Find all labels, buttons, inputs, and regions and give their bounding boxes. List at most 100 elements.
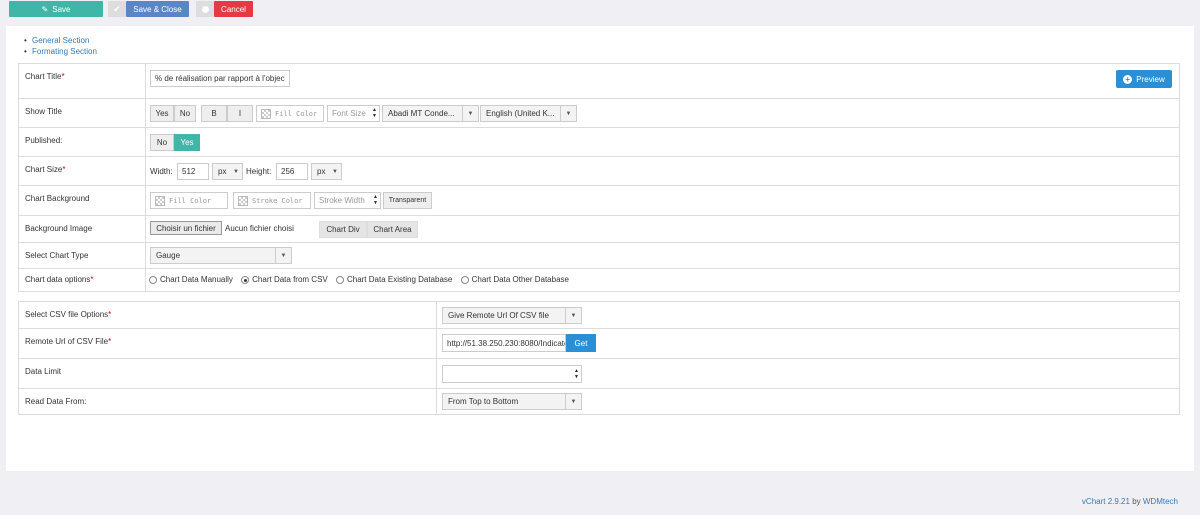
chevron-down-icon: ▼ <box>462 106 478 121</box>
csv-options-value: Give Remote Url Of CSV file <box>448 311 549 320</box>
data-option-manual[interactable]: Chart Data Manually <box>149 275 233 284</box>
height-unit-value: px <box>317 167 326 176</box>
data-option-label: Chart Data from CSV <box>252 275 328 284</box>
author-link[interactable]: WDMtech <box>1143 497 1178 506</box>
spinner-icon: ▲ ▼ <box>372 107 377 119</box>
font-family-value: Abadi MT Conde... <box>388 109 455 118</box>
height-unit-select[interactable]: px ▼ <box>311 163 342 180</box>
cancel-icon-box[interactable] <box>196 1 214 17</box>
language-value: English (United K... <box>486 109 555 118</box>
chart-area-button[interactable]: Chart Area <box>367 221 418 238</box>
chart-type-select[interactable]: Gauge ▼ <box>150 247 292 264</box>
chart-title-value: % de réalisation par rapport à l'objec <box>155 74 285 83</box>
width-value: 512 <box>182 167 196 176</box>
data-option-csv[interactable]: Chart Data from CSV <box>241 275 328 284</box>
show-title-field-cell: Yes No B I Fill Color Font Size ▲ ▼ Abadi … <box>145 98 1180 128</box>
width-unit-select[interactable]: px ▼ <box>212 163 243 180</box>
data-options-field-cell: Chart Data Manually Chart Data from CSV … <box>145 268 1180 292</box>
chart-div-button[interactable]: Chart Div <box>319 221 367 238</box>
preview-button[interactable]: + Preview <box>1116 70 1172 88</box>
published-row: Published: No Yes <box>18 127 1180 157</box>
published-yes-button[interactable]: Yes <box>174 134 200 151</box>
read-data-select[interactable]: From Top to Bottom ▼ <box>442 393 582 410</box>
chart-title-row: Chart Title* % de réalisation par rappor… <box>18 63 1180 99</box>
show-title-yes-button[interactable]: Yes <box>150 105 174 122</box>
chart-size-row: Chart Size* Width: 512 px ▼ Height: 256 p… <box>18 156 1180 186</box>
width-input[interactable]: 512 <box>177 163 209 180</box>
chart-type-row: Select Chart Type Gauge ▼ <box>18 242 1180 269</box>
chart-title-label-cell: Chart Title* <box>18 63 146 99</box>
csv-url-row: Remote Url of CSV File* http://51.38.250… <box>18 328 1180 359</box>
choose-file-button[interactable]: Choisir un fichier <box>150 221 222 235</box>
preview-label: Preview <box>1136 74 1165 84</box>
height-input[interactable]: 256 <box>276 163 308 180</box>
csv-url-label-cell: Remote Url of CSV File* <box>18 328 437 359</box>
check-icon: ✔ <box>113 3 121 14</box>
save-close-check-box[interactable]: ✔ <box>108 1 126 17</box>
version-label: vChart 2.9.21 <box>1081 497 1130 506</box>
show-title-label-cell: Show Title <box>18 98 146 128</box>
save-button[interactable]: ✎ Save <box>9 1 103 17</box>
required-marker: * <box>90 275 94 284</box>
bold-button[interactable]: B <box>201 105 227 122</box>
radio-icon <box>460 275 469 284</box>
save-close-button[interactable]: Save & Close <box>126 1 189 17</box>
data-option-label: Chart Data Other Database <box>471 275 569 284</box>
chart-title-input[interactable]: % de réalisation par rapport à l'objec <box>150 70 290 87</box>
required-marker: * <box>61 72 65 81</box>
show-title-no-button[interactable]: No <box>174 105 196 122</box>
width-unit-value: px <box>218 167 227 176</box>
data-option-label: Chart Data Existing Database <box>346 275 453 284</box>
font-size-input[interactable]: Font Size ▲ ▼ <box>327 105 380 122</box>
background-image-label-cell: Background Image <box>18 215 146 243</box>
formating-section-link[interactable]: Formating Section <box>32 47 97 56</box>
italic-button[interactable]: I <box>227 105 253 122</box>
background-fill-color-input[interactable]: Fill Color <box>150 192 228 209</box>
show-title-row: Show Title Yes No B I Fill Color Font Si… <box>18 98 1180 128</box>
csv-url-field-cell: http://51.38.250.230:8080/Indicateur Get <box>436 328 1180 359</box>
data-limit-input[interactable]: ▲ ▼ <box>442 365 582 383</box>
data-limit-field-cell: ▲ ▼ <box>436 358 1180 389</box>
language-select[interactable]: English (United K... ▼ <box>480 105 577 122</box>
edit-icon: ✎ <box>41 4 49 14</box>
data-option-existing-db[interactable]: Chart Data Existing Database <box>335 275 453 284</box>
data-options-group: Chart Data Manually Chart Data from CSV … <box>149 275 569 284</box>
transparent-button[interactable]: Transparent <box>383 192 432 209</box>
plus-circle-icon: + <box>1123 74 1133 84</box>
chevron-down-icon: ▼ <box>332 168 338 175</box>
published-no-button[interactable]: No <box>150 134 174 151</box>
stroke-color-input[interactable]: Stroke Color <box>233 192 311 209</box>
chart-size-label: Chart Size <box>25 165 63 174</box>
read-data-label: Read Data From: <box>25 397 87 406</box>
background-image-label: Background Image <box>25 224 93 233</box>
required-marker: * <box>62 165 66 174</box>
font-family-select[interactable]: Abadi MT Conde... ▼ <box>382 105 479 122</box>
data-option-label: Chart Data Manually <box>160 275 233 284</box>
required-marker: * <box>108 310 112 319</box>
data-option-other-db[interactable]: Chart Data Other Database <box>460 275 569 284</box>
chevron-down-icon: ▼ <box>565 308 581 323</box>
csv-options-select[interactable]: Give Remote Url Of CSV file ▼ <box>442 307 582 324</box>
cancel-button[interactable]: Cancel <box>214 1 253 17</box>
data-limit-label: Data Limit <box>25 367 62 376</box>
height-value: 256 <box>281 167 295 176</box>
background-image-field-cell: Choisir un fichier Aucun fichier choisi … <box>145 215 1180 243</box>
transparent-swatch-icon <box>155 195 165 206</box>
radio-checked-icon <box>241 275 250 284</box>
general-section-link[interactable]: General Section <box>32 36 89 45</box>
transparent-swatch-icon <box>261 108 271 119</box>
get-button[interactable]: Get <box>566 334 596 352</box>
data-limit-label-cell: Data Limit <box>18 358 437 389</box>
radio-icon <box>335 275 344 284</box>
title-fill-color-input[interactable]: Fill Color <box>256 105 324 122</box>
published-label-cell: Published: <box>18 127 146 157</box>
chart-type-label-cell: Select Chart Type <box>18 242 146 269</box>
read-data-label-cell: Read Data From: <box>18 388 437 415</box>
stroke-width-input[interactable]: Stroke Width ▲ ▼ <box>314 192 381 209</box>
general-settings-table: Chart Title* % de réalisation par rappor… <box>18 63 1180 292</box>
chart-type-label: Select Chart Type <box>25 251 89 260</box>
transparent-swatch-icon <box>238 195 248 206</box>
data-options-label: Chart data options <box>25 275 91 284</box>
csv-url-input[interactable]: http://51.38.250.230:8080/Indicateur <box>442 334 566 352</box>
section-link-item: General Section <box>22 35 97 46</box>
